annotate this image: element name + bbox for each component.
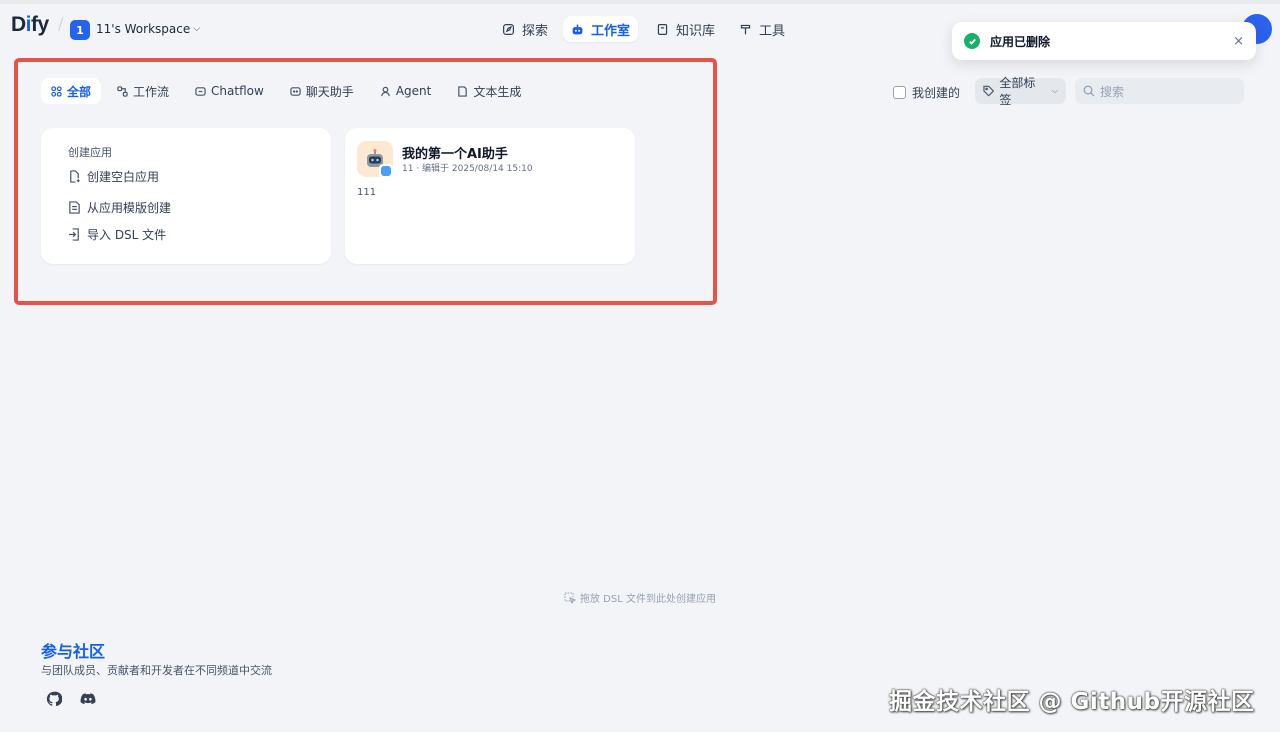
- workspace-name: 11's Workspace: [96, 22, 191, 36]
- chat-bubble-icon: [290, 86, 301, 96]
- create-app-title: 创建应用: [68, 146, 112, 159]
- tab-chatflow[interactable]: Chatflow: [185, 78, 274, 104]
- breadcrumb-separator: /: [58, 14, 64, 33]
- check-circle-icon: [964, 33, 980, 49]
- tab-text-generation-label: 文本生成: [473, 84, 522, 99]
- created-by-me-checkbox[interactable]: [893, 86, 906, 99]
- compass-icon: [503, 23, 514, 35]
- file-import-icon: [68, 228, 79, 241]
- create-from-template-label: 从应用模版创建: [87, 201, 172, 215]
- app-type-tabs: 全部 工作流 Chatflow 聊天助手 Agent 文本生成: [41, 78, 531, 104]
- workspace-selector[interactable]: 11's Workspace ⌵: [96, 22, 200, 36]
- dsl-drop-hint: 拖放 DSL 文件到此处创建应用: [564, 590, 716, 605]
- community-description: 与团队成员、贡献者和开发者在不同频道中交流: [41, 664, 272, 677]
- community-title: 参与社区: [41, 642, 106, 661]
- close-icon[interactable]: ×: [1233, 34, 1244, 49]
- watermark-text: 掘金技术社区 @ Github开源社区: [889, 689, 1255, 715]
- file-plus-icon: [70, 170, 80, 183]
- tag-icon: [983, 85, 995, 97]
- nav-studio[interactable]: 工作室: [563, 16, 639, 42]
- tab-workflow[interactable]: 工作流: [107, 78, 179, 104]
- tags-select-value: 全部标签: [999, 76, 1036, 107]
- app-description: 111: [357, 187, 377, 198]
- chat-assistant-badge-icon: [379, 164, 393, 178]
- toast-message: 应用已删除: [990, 34, 1051, 49]
- github-icon[interactable]: [46, 691, 62, 707]
- toast-notification: 应用已删除 ×: [952, 22, 1256, 60]
- nav-explore[interactable]: 探索: [494, 16, 556, 42]
- create-blank-app-label: 创建空白应用: [87, 170, 160, 184]
- nav-knowledge[interactable]: 知识库: [648, 16, 723, 42]
- tab-text-generation[interactable]: 文本生成: [447, 78, 531, 104]
- app-card[interactable]: 我的第一个AI助手 11 · 编辑于 2025/08/14 15:10 111: [345, 128, 635, 264]
- app-name: 我的第一个AI助手: [402, 147, 508, 162]
- create-blank-app-button[interactable]: 创建空白应用: [68, 168, 159, 185]
- nav-studio-label: 工作室: [591, 23, 631, 39]
- chatflow-icon: [195, 86, 206, 96]
- file-template-icon: [69, 201, 80, 214]
- chevron-down-icon: ⌵: [193, 24, 201, 34]
- hammer-icon: [740, 24, 751, 34]
- discord-icon[interactable]: [80, 691, 96, 707]
- dify-logo[interactable]: Dify: [11, 13, 49, 37]
- drag-drop-icon: [564, 592, 576, 604]
- grid-icon: [51, 85, 62, 97]
- workflow-icon: [117, 85, 128, 97]
- search-placeholder: 搜索: [1100, 84, 1125, 99]
- top-divider: [0, 0, 1280, 4]
- chevron-down-icon: ⌵: [1051, 86, 1058, 95]
- import-dsl-button[interactable]: 导入 DSL 文件: [68, 226, 166, 243]
- tab-all[interactable]: 全部: [41, 78, 102, 104]
- search-input[interactable]: 搜索: [1075, 78, 1244, 104]
- create-from-template-button[interactable]: 从应用模版创建: [68, 199, 171, 216]
- nav-tools-label: 工具: [759, 23, 786, 39]
- document-icon: [458, 85, 468, 97]
- nav-knowledge-label: 知识库: [676, 23, 716, 39]
- tab-chat-assistant[interactable]: 聊天助手: [280, 78, 364, 104]
- tab-all-label: 全部: [67, 84, 92, 99]
- tab-chatflow-label: Chatflow: [211, 84, 264, 98]
- create-app-card: 创建应用 创建空白应用 从应用模版创建 导入 DSL 文件: [41, 128, 331, 264]
- book-icon: [657, 23, 668, 35]
- tab-chat-assistant-label: 聊天助手: [305, 84, 354, 99]
- workspace-badge[interactable]: 1: [70, 20, 90, 40]
- tab-workflow-label: 工作流: [133, 84, 170, 99]
- tags-select[interactable]: 全部标签 ⌵: [975, 76, 1066, 107]
- dsl-drop-hint-text: 拖放 DSL 文件到此处创建应用: [580, 594, 716, 605]
- import-dsl-label: 导入 DSL 文件: [87, 228, 167, 242]
- robot-icon: [572, 24, 583, 34]
- agent-icon: [381, 86, 390, 96]
- nav-tools[interactable]: 工具: [731, 16, 793, 42]
- nav-explore-label: 探索: [522, 23, 549, 39]
- tab-agent-label: Agent: [395, 84, 432, 98]
- search-icon: [1083, 85, 1095, 97]
- app-meta: 11 · 编辑于 2025/08/14 15:10: [402, 164, 533, 174]
- created-by-me-filter[interactable]: 我创建的: [893, 84, 960, 101]
- tab-agent[interactable]: Agent: [370, 78, 442, 104]
- created-by-me-label: 我创建的: [912, 86, 961, 100]
